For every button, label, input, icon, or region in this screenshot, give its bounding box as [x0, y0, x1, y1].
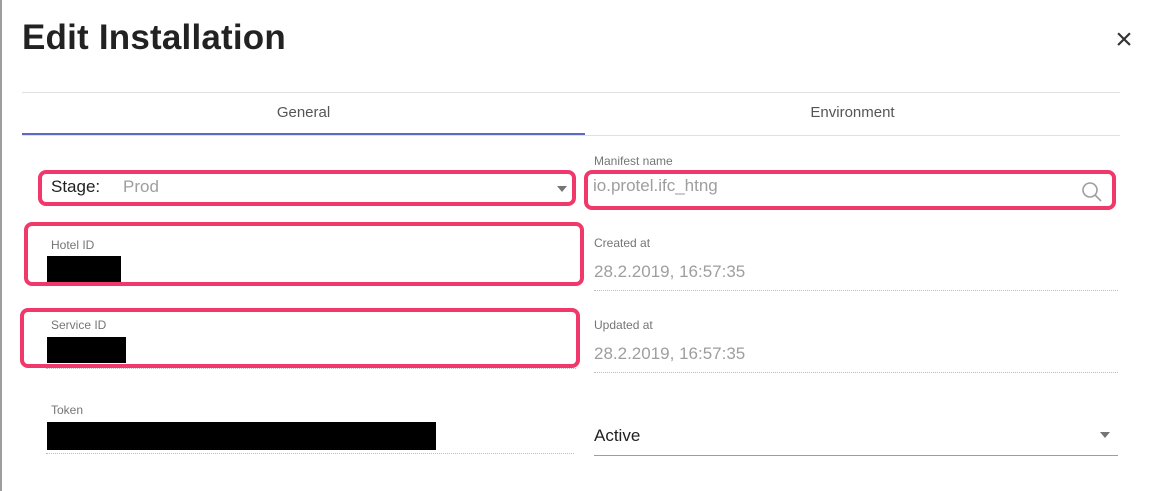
- tab-bar: General Environment: [22, 92, 1120, 136]
- updated-at-label: Updated at: [594, 318, 653, 332]
- updated-at-value: 28.2.2019, 16:57:35: [594, 344, 746, 363]
- tab-general[interactable]: General: [22, 93, 585, 135]
- created-at-label: Created at: [594, 236, 651, 250]
- service-id-highlight: [20, 308, 580, 368]
- service-id-underline: [46, 368, 576, 369]
- dialog-title: Edit Installation: [22, 18, 286, 57]
- manifest-name-label: Manifest name: [594, 154, 673, 168]
- dialog-left-border: [0, 0, 2, 491]
- created-at-underline: [594, 290, 1118, 291]
- manifest-name-highlight: [584, 170, 1116, 210]
- updated-at-underline: [594, 372, 1118, 373]
- stage-highlight: [38, 170, 576, 206]
- created-at-value: 28.2.2019, 16:57:35: [594, 262, 746, 281]
- chevron-down-icon[interactable]: [1100, 432, 1110, 438]
- hotel-id-highlight: [24, 222, 584, 286]
- close-icon[interactable]: ×: [1110, 25, 1138, 55]
- status-select[interactable]: Active: [594, 426, 640, 446]
- tab-environment[interactable]: Environment: [585, 93, 1120, 133]
- token-field[interactable]: [47, 422, 436, 450]
- token-label: Token: [51, 403, 84, 417]
- status-underline: [594, 455, 1118, 456]
- token-underline: [46, 453, 574, 454]
